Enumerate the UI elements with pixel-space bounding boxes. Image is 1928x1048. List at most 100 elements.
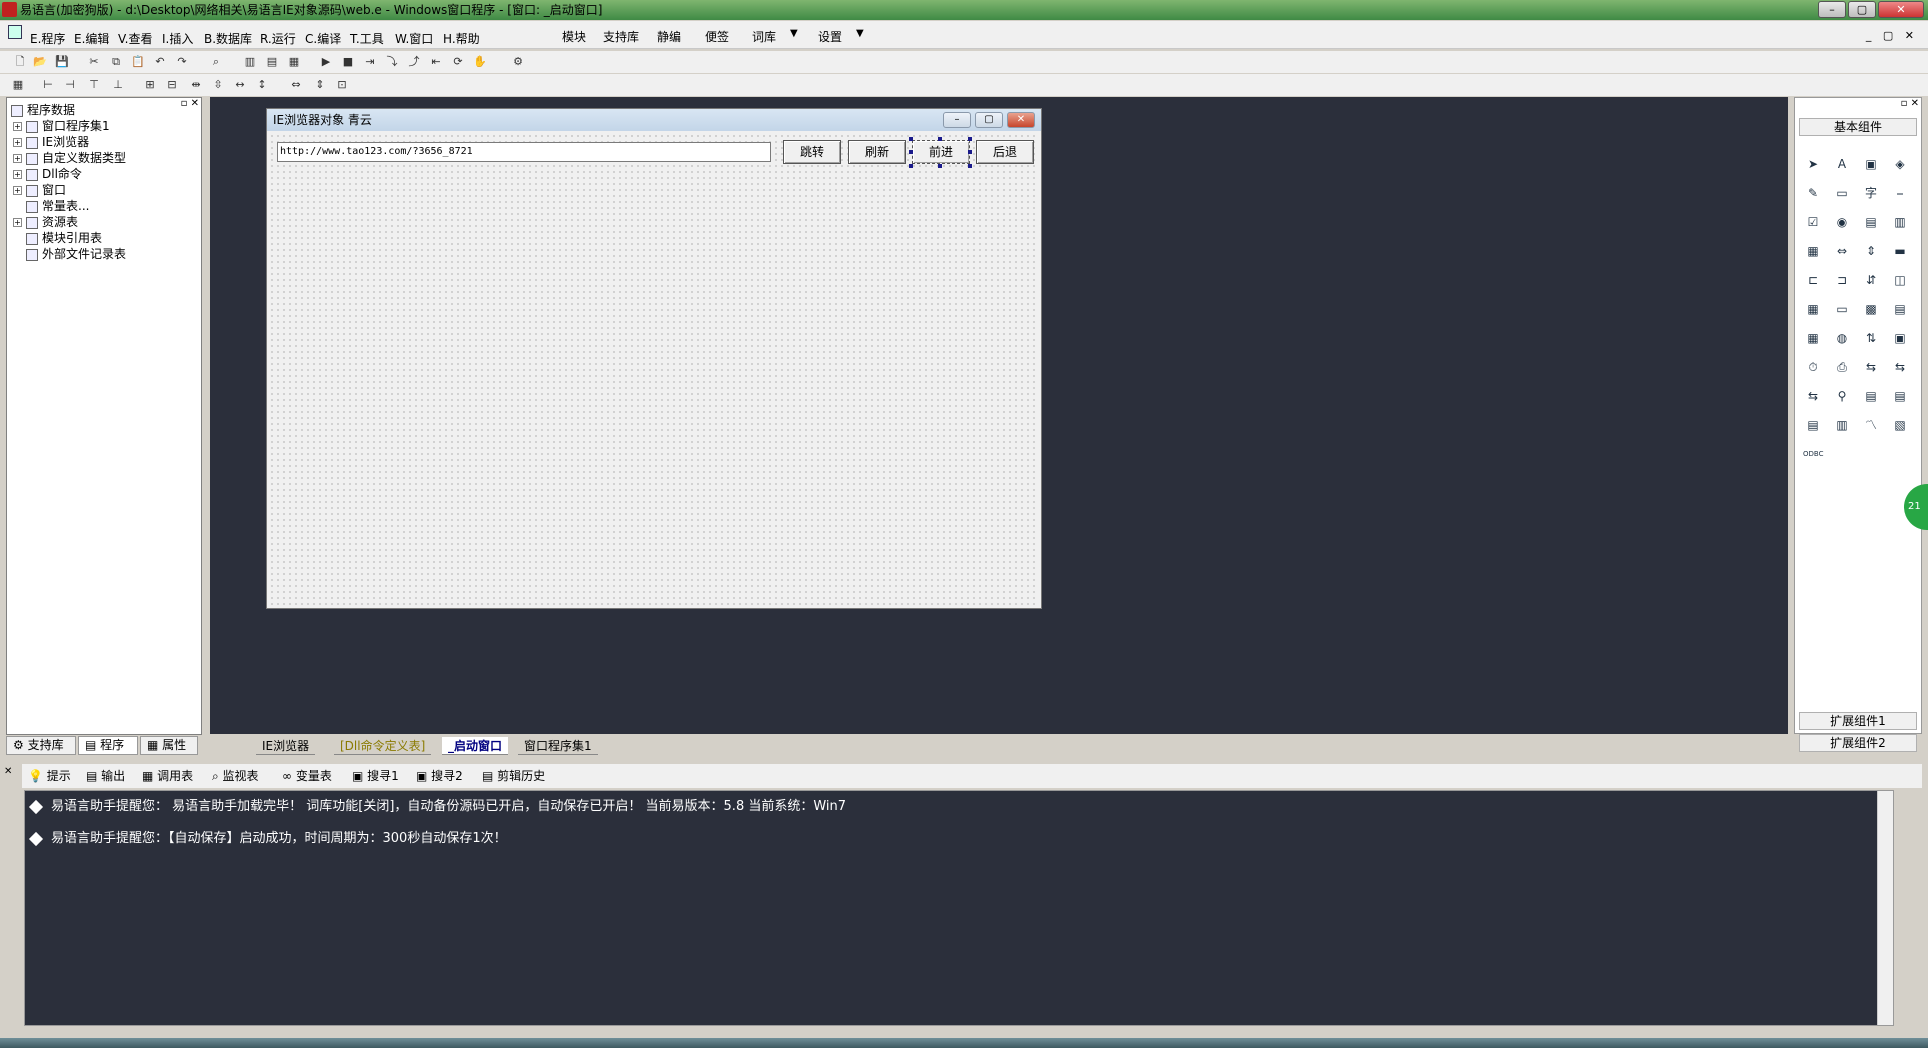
ext-components-1[interactable]: 扩展组件1: [1799, 712, 1917, 730]
layout2-icon[interactable]: ▤: [264, 54, 280, 70]
selection-handle[interactable]: [938, 137, 942, 141]
redo-icon[interactable]: ↷: [174, 54, 190, 70]
tree-item-resources[interactable]: + 资源表: [13, 214, 78, 230]
selection-handle[interactable]: [909, 137, 913, 141]
component-icon[interactable]: ⇆: [1861, 357, 1881, 377]
tree-item-ie-browser[interactable]: + IE浏览器: [13, 134, 89, 150]
tab-dll-table[interactable]: [Dll命令定义表]: [334, 737, 432, 755]
component-icon[interactable]: ⇕: [1861, 241, 1881, 261]
component-icon[interactable]: ⇔: [1832, 241, 1852, 261]
open-file-icon[interactable]: 📂: [32, 54, 48, 70]
copy-icon[interactable]: ⧉: [108, 54, 124, 70]
center-v-icon[interactable]: ⊟: [164, 77, 180, 93]
same-width-icon[interactable]: ↔: [232, 77, 248, 93]
component-icon[interactable]: ▭: [1832, 299, 1852, 319]
form-maximize-button[interactable]: ▢: [975, 112, 1003, 128]
same-height-icon[interactable]: ↕: [254, 77, 270, 93]
layout1-icon[interactable]: ▥: [242, 54, 258, 70]
component-icon[interactable]: ◈: [1890, 154, 1910, 174]
cut-icon[interactable]: ✂: [86, 54, 102, 70]
layout3-icon[interactable]: ▦: [286, 54, 302, 70]
close-button[interactable]: ✕: [1878, 1, 1924, 18]
component-icon[interactable]: ⊏: [1803, 270, 1823, 290]
stop-icon[interactable]: ■: [340, 54, 356, 70]
selection-handle[interactable]: [968, 137, 972, 141]
space-v-icon[interactable]: ⇳: [210, 77, 226, 93]
tab-variables[interactable]: ∞ 变量表: [278, 767, 336, 785]
tree-item-module-refs[interactable]: 模块引用表: [26, 230, 102, 246]
tab-call-stack[interactable]: ▦ 调用表: [138, 767, 197, 785]
same-size-icon[interactable]: ⇔: [288, 77, 304, 93]
tab-start-window[interactable]: _启动窗口: [442, 737, 509, 755]
component-icon[interactable]: ▤: [1890, 386, 1910, 406]
align-bottom-icon[interactable]: ⊥: [110, 77, 126, 93]
menu-view[interactable]: V.查看: [118, 30, 152, 47]
expand-icon[interactable]: +: [13, 170, 22, 179]
component-icon[interactable]: ▦: [1803, 299, 1823, 319]
form-canvas[interactable]: http://www.tao123.com/?3656_8721 跳转 刷新 前…: [269, 133, 1039, 607]
settings-dropdown-icon[interactable]: ▼: [856, 28, 864, 39]
component-icon[interactable]: ⊐: [1832, 270, 1852, 290]
save-icon[interactable]: 💾: [54, 54, 70, 70]
component-icon[interactable]: ▥: [1832, 415, 1852, 435]
new-file-icon[interactable]: 🗋: [12, 54, 28, 70]
component-icon[interactable]: ▧: [1890, 415, 1910, 435]
ext-components-2[interactable]: 扩展组件2: [1799, 734, 1917, 752]
menu-settings[interactable]: 设置: [818, 28, 842, 45]
hand-icon[interactable]: ✋: [472, 54, 488, 70]
minimize-button[interactable]: –: [1818, 1, 1846, 18]
expand-icon[interactable]: +: [13, 122, 22, 131]
form-title-bar[interactable]: IE浏览器对象 青云 – ▢ ✕: [267, 109, 1041, 131]
step3-icon[interactable]: ⤴: [406, 54, 422, 70]
align-top-icon[interactable]: ⊤: [86, 77, 102, 93]
menu-support-lib[interactable]: 支持库: [603, 28, 639, 45]
tab-window-assembly[interactable]: 窗口程序集1: [518, 737, 598, 755]
component-icon[interactable]: ◍: [1832, 328, 1852, 348]
component-icon[interactable]: ▤: [1890, 299, 1910, 319]
grid-icon[interactable]: ▦: [10, 77, 26, 93]
form-designer-window[interactable]: IE浏览器对象 青云 – ▢ ✕ http://www.tao123.com/?…: [266, 108, 1042, 609]
menu-notes[interactable]: 便签: [705, 28, 729, 45]
component-icon[interactable]: ◫: [1890, 270, 1910, 290]
tab-ie-browser[interactable]: IE浏览器: [256, 737, 316, 755]
panel-pin-close-icon[interactable]: ▫ ✕: [1901, 98, 1919, 109]
component-icon[interactable]: ⚲: [1832, 386, 1852, 406]
forward-button[interactable]: 前进: [912, 140, 970, 164]
tab-search2[interactable]: ▣ 搜寻2: [412, 767, 467, 785]
selection-handle[interactable]: [909, 150, 913, 154]
tab-watch[interactable]: ⌕ 监视表: [208, 767, 263, 785]
run-icon[interactable]: ▶: [318, 54, 334, 70]
menu-module[interactable]: 模块: [562, 28, 586, 45]
component-icon[interactable]: ▥: [1890, 212, 1910, 232]
find-icon[interactable]: ⌕: [208, 54, 224, 70]
url-input[interactable]: http://www.tao123.com/?3656_8721: [277, 142, 771, 162]
basic-components-header[interactable]: 基本组件: [1799, 118, 1917, 136]
component-icon[interactable]: ⇅: [1861, 328, 1881, 348]
component-icon[interactable]: ⇆: [1803, 386, 1823, 406]
helper-icon[interactable]: ⚙: [510, 54, 526, 70]
size-all-icon[interactable]: ⊡: [334, 77, 350, 93]
tab-clip-history[interactable]: ▤ 剪辑历史: [478, 767, 549, 785]
component-icon[interactable]: ⇵: [1861, 270, 1881, 290]
align-left-icon[interactable]: ⊢: [40, 77, 56, 93]
refresh-button[interactable]: 刷新: [848, 140, 906, 164]
menu-edit[interactable]: E.编辑: [74, 30, 109, 47]
component-icon[interactable]: ▣: [1890, 328, 1910, 348]
step2-icon[interactable]: ⤵: [384, 54, 400, 70]
component-icon[interactable]: ⇆: [1890, 357, 1910, 377]
mdi-controls[interactable]: _ ▢ ✕: [1866, 29, 1918, 42]
menu-insert[interactable]: I.插入: [162, 30, 193, 47]
component-icon[interactable]: ▦: [1803, 328, 1823, 348]
tab-properties[interactable]: ▦ 属性: [140, 736, 198, 755]
menu-wordlib[interactable]: 词库: [752, 28, 776, 45]
menu-static-compile[interactable]: 静编: [657, 28, 681, 45]
menu-run[interactable]: R.运行: [260, 30, 296, 47]
tree-item-window[interactable]: + 窗口: [13, 182, 66, 198]
menu-program[interactable]: E.程序: [30, 30, 65, 47]
menu-tools[interactable]: T.工具: [350, 30, 384, 47]
size-v-icon[interactable]: ⇕: [312, 77, 328, 93]
expand-icon[interactable]: +: [13, 186, 22, 195]
form-minimize-button[interactable]: –: [943, 112, 971, 128]
component-icon[interactable]: ▤: [1803, 415, 1823, 435]
go-button[interactable]: 跳转: [783, 140, 841, 164]
